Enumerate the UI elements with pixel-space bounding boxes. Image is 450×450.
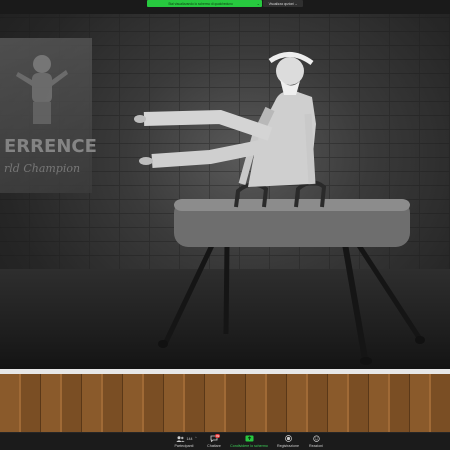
share-screen-icon-wrap <box>245 434 254 443</box>
poster-figure-image <box>16 55 68 124</box>
record-icon-wrap <box>284 434 292 443</box>
share-screen-icon <box>245 435 253 442</box>
participants-button[interactable]: 144 Partecipanti <box>170 434 198 450</box>
chat-badge: 99 <box>215 434 221 438</box>
shared-photo: ERRENCE rld Champion <box>0 14 450 369</box>
meeting-window: Stai visualizzando lo schermo di qualche… <box>0 0 450 450</box>
share-screen-button[interactable]: Condividere lo schermo <box>226 434 272 450</box>
chevron-down-icon[interactable]: ⌄ <box>257 1 260 6</box>
view-options-button[interactable]: Visualizza opzioni ⌄ <box>263 0 303 7</box>
screen-share-notice-text: Stai visualizzando lo schermo di qualche… <box>168 1 233 6</box>
chat-button[interactable]: 99 Chattare <box>203 434 225 450</box>
share-screen-label: Condividere lo schermo <box>230 444 268 448</box>
poster-subtitle: rld Champion <box>4 162 81 175</box>
wood-floor-image <box>0 374 450 432</box>
reactions-label: Reazioni <box>309 444 323 448</box>
record-label: Registrazione <box>277 444 299 448</box>
chat-icon-wrap: 99 <box>206 434 222 443</box>
screen-share-notice[interactable]: Stai visualizzando lo schermo di qualche… <box>147 0 262 7</box>
chat-label: Chattare <box>207 444 221 448</box>
participants-caret-icon[interactable]: ^ <box>195 436 197 440</box>
top-banner: Stai visualizzando lo schermo di qualche… <box>0 0 450 10</box>
shared-screen: ERRENCE rld Champion <box>0 14 450 432</box>
gymnast-pommel-horse-image <box>134 52 425 365</box>
participants-label: Partecipanti <box>174 444 194 448</box>
participants-icon-group: 144 <box>175 434 193 443</box>
poster-title: ERRENCE <box>4 136 97 157</box>
meeting-toolbar: 144 Partecipanti ^ 99 Chattare Condivide… <box>0 432 450 450</box>
participants-count: 144 <box>186 436 193 441</box>
reactions-icon <box>312 435 320 442</box>
poster: ERRENCE rld Champion <box>0 38 97 193</box>
reactions-icon-wrap <box>312 434 320 443</box>
view-options-label: Visualizza opzioni ⌄ <box>268 1 298 6</box>
reactions-button[interactable]: Reazioni <box>304 434 328 450</box>
participants-icon <box>175 435 185 442</box>
record-button[interactable]: Registrazione <box>274 434 302 450</box>
record-icon <box>284 435 292 442</box>
